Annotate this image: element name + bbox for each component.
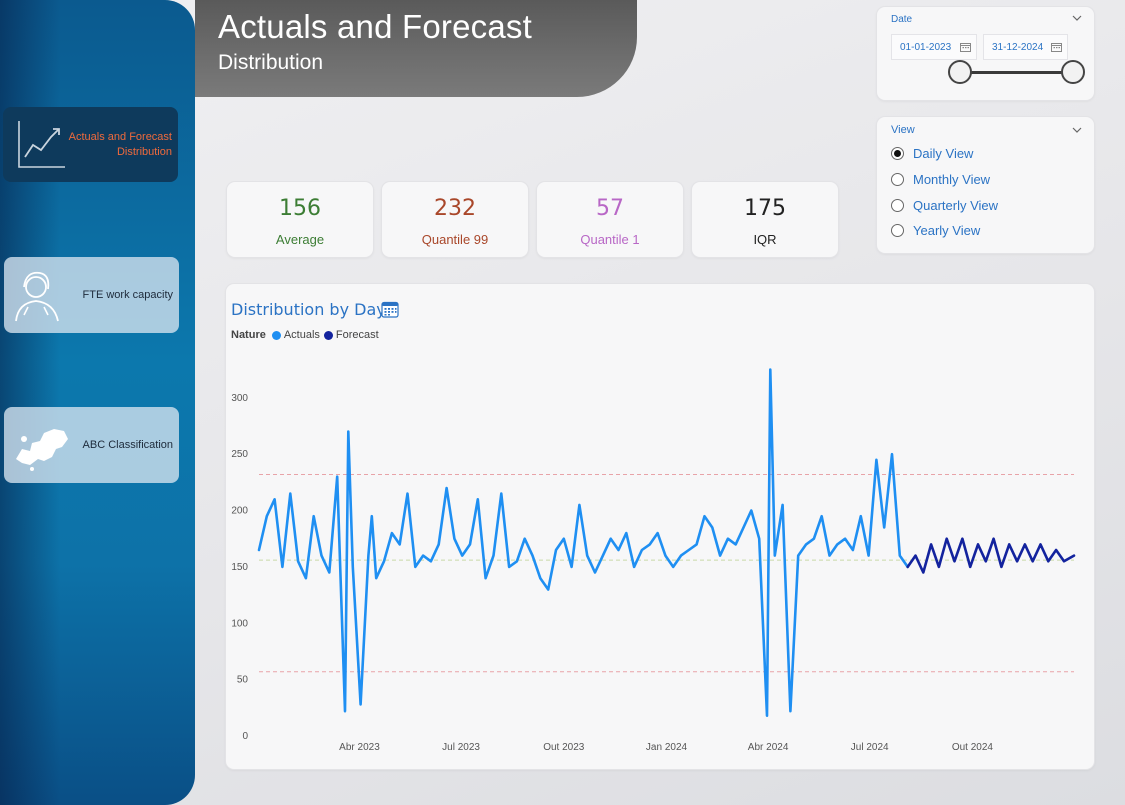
kpi-label: IQR	[753, 232, 777, 247]
kpi-card-iqr: 175 IQR	[692, 182, 838, 257]
view-option-monthly[interactable]: Monthly View	[891, 172, 990, 187]
y-tick-label: 100	[231, 618, 248, 629]
kpi-label: Quantile 1	[580, 232, 640, 247]
x-tick-label: Out 2023	[543, 742, 585, 753]
x-tick-label: Abr 2023	[339, 742, 380, 753]
kpi-card-quantile-99: 232 Quantile 99	[382, 182, 528, 257]
view-option-label: Daily View	[913, 146, 974, 161]
view-option-daily[interactable]: Daily View	[891, 146, 973, 161]
date-end-input[interactable]: 31-12-2024	[983, 34, 1068, 60]
x-tick-label: Abr 2024	[748, 742, 789, 753]
nav-actuals-forecast-distribution[interactable]: Actuals and Forecast Distribution	[3, 107, 178, 182]
date-range-end-handle[interactable]	[1061, 60, 1085, 84]
nav-label-abc: ABC Classification	[82, 438, 173, 451]
radio-button[interactable]	[891, 224, 904, 237]
europe-map-icon	[16, 429, 68, 471]
y-tick-label: 150	[231, 562, 248, 573]
view-option-yearly[interactable]: Yearly View	[891, 223, 980, 238]
radio-button[interactable]	[891, 147, 904, 160]
view-option-label: Yearly View	[913, 223, 981, 238]
y-tick-label: 300	[231, 393, 248, 404]
worker-icon	[15, 271, 59, 322]
y-tick-label: 200	[231, 506, 248, 517]
line-chart[interactable]: 0 50 100 150 200 250 300 Abr 2023 Jul 2023 Out 20…	[226, 284, 1094, 769]
date-end-value: 31-12-2024	[992, 42, 1044, 53]
kpi-label: Quantile 99	[421, 232, 489, 247]
date-slicer: Date 01-01-2023 31-12-2024	[877, 7, 1094, 100]
date-slicer-label: Date	[891, 14, 913, 25]
x-tick-label: Jul 2024	[851, 742, 889, 753]
nav-label-fte: FTE work capacity	[82, 288, 173, 301]
distribution-chart-card: Distribution by Day Nature Actuals Forec…	[226, 284, 1094, 769]
y-tick-label: 50	[237, 675, 249, 686]
calendar-icon[interactable]	[960, 42, 971, 52]
kpi-value: 156	[279, 196, 321, 221]
nav-label-actuals: Actuals and Forecast Distribution	[68, 130, 172, 158]
y-tick-label: 250	[231, 449, 248, 460]
view-option-label: Quarterly View	[913, 198, 999, 213]
kpi-value: 175	[744, 196, 786, 221]
view-option-label: Monthly View	[913, 172, 991, 187]
page-title: Actuals and Forecast	[218, 8, 532, 45]
view-option-quarterly[interactable]: Quarterly View	[891, 198, 998, 213]
date-start-value: 01-01-2023	[900, 42, 952, 53]
calendar-icon[interactable]	[1051, 42, 1062, 52]
nav-fte-work-capacity[interactable]: FTE work capacity	[4, 257, 179, 333]
x-tick-label: Out 2024	[952, 742, 994, 753]
radio-button[interactable]	[891, 199, 904, 212]
view-slicer-label: View	[891, 124, 915, 136]
x-tick-label: Jan 2024	[646, 742, 688, 753]
kpi-label: Average	[275, 232, 325, 247]
date-range-slider-track[interactable]	[960, 71, 1073, 74]
kpi-card-quantile-1: 57 Quantile 1	[537, 182, 683, 257]
kpi-value: 232	[434, 196, 476, 221]
kpi-value: 57	[596, 196, 624, 221]
kpi-card-average: 156 Average	[227, 182, 373, 257]
page-header: Actuals and Forecast Distribution	[195, 0, 637, 97]
view-slicer: View Daily View Monthly View Quarterly V…	[877, 117, 1094, 253]
chevron-down-icon[interactable]	[1072, 13, 1082, 23]
nav-abc-classification[interactable]: ABC Classification	[4, 407, 179, 483]
radio-button[interactable]	[891, 173, 904, 186]
chevron-down-icon[interactable]	[1072, 125, 1082, 135]
date-range-start-handle[interactable]	[948, 60, 972, 84]
y-tick-label: 0	[242, 731, 248, 742]
x-tick-label: Jul 2023	[442, 742, 480, 753]
series-line-actuals	[257, 368, 910, 718]
date-start-input[interactable]: 01-01-2023	[891, 34, 977, 60]
page-subtitle: Distribution	[218, 51, 324, 74]
series-line-forecast	[906, 537, 1076, 574]
